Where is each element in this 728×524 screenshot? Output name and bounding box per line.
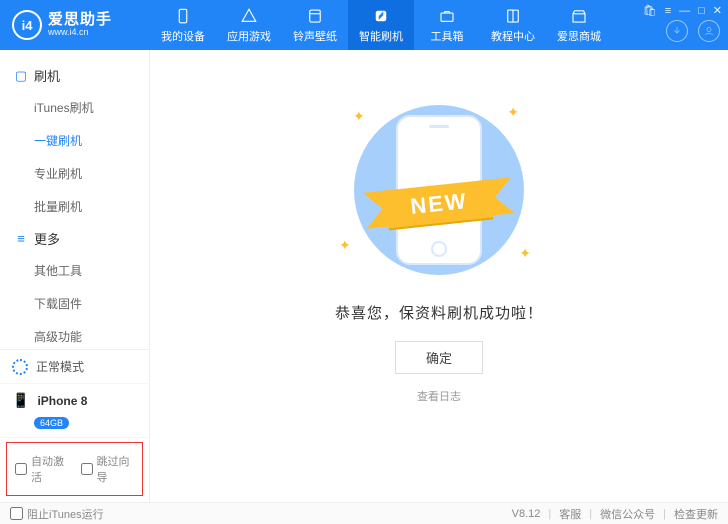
store-icon — [569, 6, 589, 26]
sidebar-item-advanced[interactable]: 高级功能 — [0, 320, 149, 349]
wechat-link[interactable]: 微信公众号 — [600, 506, 655, 522]
nav-label: 智能刷机 — [359, 28, 403, 44]
device-icon: 📱 — [12, 392, 29, 409]
sidebar-item-other-tools[interactable]: 其他工具 — [0, 254, 149, 287]
nav-label: 爱思商城 — [557, 28, 601, 44]
version-label: V8.12 — [512, 508, 541, 520]
app-name: 爱思助手 — [48, 12, 112, 29]
app-logo: i4 爱思助手 www.i4.cn — [0, 10, 150, 40]
sidebar-item-download-firmware[interactable]: 下载固件 — [0, 287, 149, 320]
toolbox-icon — [437, 6, 457, 26]
sidebar-item-pro-flash[interactable]: 专业刷机 — [0, 157, 149, 190]
checkbox-label: 阻止iTunes运行 — [27, 506, 104, 522]
more-icon: ≡ — [14, 231, 28, 246]
mode-icon — [12, 359, 28, 375]
maximize-button[interactable]: □ — [698, 5, 705, 17]
user-controls — [666, 20, 720, 42]
success-illustration: NEW ✦✦✦✦ — [329, 100, 549, 280]
logo-icon: i4 — [12, 10, 42, 40]
auto-activate-input[interactable] — [15, 463, 27, 475]
device-name: iPhone 8 — [37, 394, 87, 408]
apps-icon — [239, 6, 259, 26]
nav-my-device[interactable]: 我的设备 — [150, 0, 216, 50]
nav-label: 应用游戏 — [227, 28, 271, 44]
check-update-link[interactable]: 检查更新 — [674, 506, 718, 522]
minimize-button[interactable]: — — [679, 5, 690, 17]
nav-apps[interactable]: 应用游戏 — [216, 0, 282, 50]
nav-label: 我的设备 — [161, 28, 205, 44]
nav-label: 教程中心 — [491, 28, 535, 44]
titlebar: i4 爱思助手 www.i4.cn 我的设备 应用游戏 铃声壁纸 智能刷机 工具… — [0, 0, 728, 50]
sidebar-item-oneclick-flash[interactable]: 一键刷机 — [0, 124, 149, 157]
nav-flash[interactable]: 智能刷机 — [348, 0, 414, 50]
main-panel: NEW ✦✦✦✦ 恭喜您，保资料刷机成功啦！ 确定 查看日志 — [150, 50, 728, 502]
group-title: 刷机 — [34, 66, 60, 85]
group-title: 更多 — [34, 229, 60, 248]
auto-activate-checkbox[interactable]: 自动激活 — [15, 453, 69, 485]
book-icon — [503, 6, 523, 26]
nav-label: 铃声壁纸 — [293, 28, 337, 44]
shop-icon[interactable]: 🛍 — [643, 4, 657, 17]
success-message: 恭喜您，保资料刷机成功啦！ — [335, 302, 543, 323]
options-row: 自动激活 跳过向导 — [6, 442, 143, 496]
menu-icon[interactable]: ≡ — [665, 5, 671, 17]
device-icon — [173, 6, 193, 26]
skip-guide-checkbox[interactable]: 跳过向导 — [81, 453, 135, 485]
checkbox-label: 跳过向导 — [97, 453, 135, 485]
sidebar-group-flash: ▢ 刷机 — [0, 60, 149, 91]
checkbox-label: 自动激活 — [31, 453, 69, 485]
view-log-link[interactable]: 查看日志 — [417, 388, 461, 404]
nav-toolbox[interactable]: 工具箱 — [414, 0, 480, 50]
nav-store[interactable]: 爱思商城 — [546, 0, 612, 50]
mode-row[interactable]: 正常模式 — [0, 350, 149, 384]
nav-label: 工具箱 — [431, 28, 464, 44]
status-bar: 阻止iTunes运行 V8.12 | 客服 | 微信公众号 | 检查更新 — [0, 502, 728, 524]
support-link[interactable]: 客服 — [559, 506, 581, 522]
sidebar: ▢ 刷机 iTunes刷机 一键刷机 专业刷机 批量刷机 ≡ 更多 其他工具 下… — [0, 50, 150, 502]
sidebar-item-batch-flash[interactable]: 批量刷机 — [0, 190, 149, 223]
ok-button[interactable]: 确定 — [395, 341, 483, 374]
account-button[interactable] — [698, 20, 720, 42]
phone-icon: ▢ — [14, 68, 28, 84]
sidebar-item-itunes-flash[interactable]: iTunes刷机 — [0, 91, 149, 124]
close-button[interactable]: ✕ — [713, 4, 722, 17]
nav-tutorials[interactable]: 教程中心 — [480, 0, 546, 50]
block-itunes-input[interactable] — [10, 507, 23, 520]
nav-ringtones[interactable]: 铃声壁纸 — [282, 0, 348, 50]
device-row[interactable]: 📱 iPhone 8 64GB — [0, 384, 149, 438]
block-itunes-checkbox[interactable]: 阻止iTunes运行 — [10, 506, 104, 522]
top-nav: 我的设备 应用游戏 铃声壁纸 智能刷机 工具箱 教程中心 爱思商城 — [150, 0, 612, 50]
skip-guide-input[interactable] — [81, 463, 93, 475]
storage-badge: 64GB — [34, 417, 69, 429]
window-controls: 🛍 ≡ — □ ✕ — [643, 4, 722, 17]
flash-icon — [371, 6, 391, 26]
sidebar-group-more: ≡ 更多 — [0, 223, 149, 254]
mode-label: 正常模式 — [36, 358, 84, 375]
download-button[interactable] — [666, 20, 688, 42]
music-icon — [305, 6, 325, 26]
app-url: www.i4.cn — [48, 28, 112, 38]
